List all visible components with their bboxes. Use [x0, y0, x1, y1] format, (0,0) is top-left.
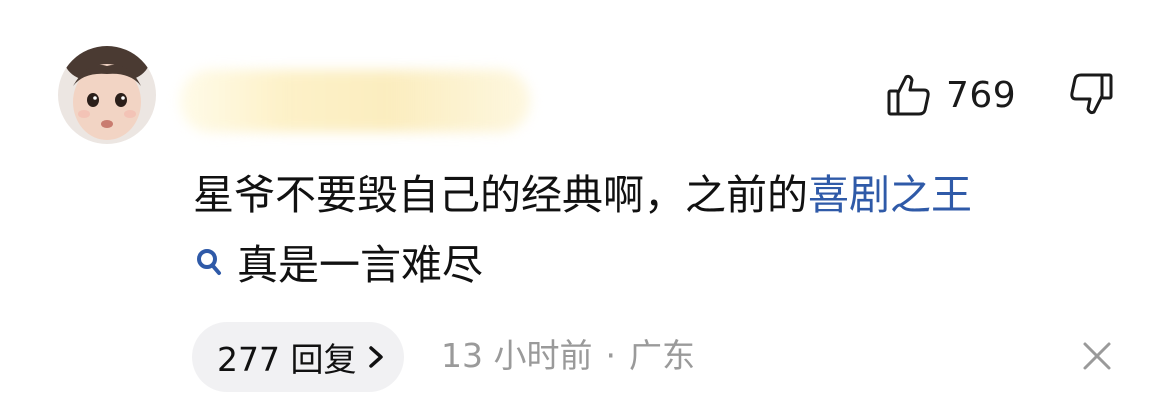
close-icon[interactable]: [1081, 340, 1113, 372]
comment-meta: 13 小时前 · 广东: [441, 333, 695, 379]
location: 广东: [628, 336, 695, 375]
avatar[interactable]: [58, 46, 156, 144]
timestamp: 13 小时前: [441, 336, 593, 375]
search-icon[interactable]: [195, 232, 223, 275]
thumbs-up-icon[interactable]: [886, 72, 932, 118]
like-count: 769: [946, 74, 1017, 116]
child-face-avatar: [58, 46, 156, 144]
like-button[interactable]: 769: [886, 70, 1016, 120]
comment-text-before: 星爷不要毁自己的经典啊，之前的: [193, 171, 808, 219]
search-keyword-link[interactable]: 喜剧之王: [808, 171, 972, 219]
meta-separator: ·: [605, 336, 616, 375]
thumbs-down-icon[interactable]: [1068, 71, 1114, 117]
replies-label: 277 回复: [217, 340, 357, 379]
comment-text-after: 真是一言难尽: [237, 241, 483, 289]
chevron-right-icon: [369, 346, 384, 368]
username-blurred[interactable]: [180, 70, 530, 132]
replies-button[interactable]: 277 回复: [192, 322, 404, 392]
comment-text: 星爷不要毁自己的经典啊，之前的喜剧之王 真是一言难尽: [193, 160, 1133, 300]
